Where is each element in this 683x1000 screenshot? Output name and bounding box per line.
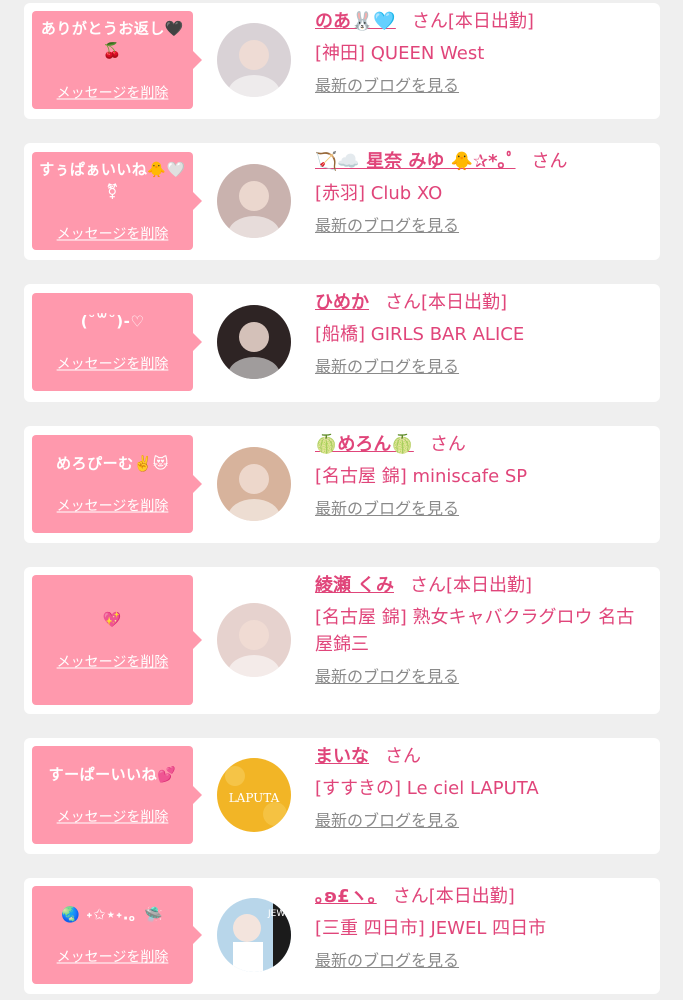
shop-name: [名古屋 錦] miniscafe SP	[315, 466, 528, 487]
honorific: さん	[385, 292, 421, 313]
avatar-image	[217, 305, 291, 379]
cast-info: 🍈めろん🍈 さん [名古屋 錦] miniscafe SP 最新のブログを見る	[315, 432, 645, 519]
honorific: さん	[429, 434, 466, 455]
message-bubble: すーぱーいいね💕 メッセージを削除	[32, 746, 202, 844]
message-bubble-content: すぅぱぁいいね🐥🤍⚧ メッセージを削除	[32, 159, 193, 244]
delete-message-button[interactable]: メッセージを削除	[57, 356, 169, 374]
latest-blog-link[interactable]: 最新のブログを見る	[315, 216, 459, 236]
message-text: 💖	[102, 610, 123, 629]
avatar-image	[217, 603, 291, 677]
latest-blog-link[interactable]: 最新のブログを見る	[315, 811, 459, 831]
message-bubble-content: (˘꒳˘)-♡ メッセージを削除	[32, 311, 193, 374]
cast-info: ｡ʚ£ヽ｡ さん[本日出勤] [三重 四日市] JEWEL 四日市 最新のブログを見る	[315, 884, 645, 971]
cast-name-link[interactable]: 🍈めろん🍈	[315, 434, 414, 455]
cast-info: ひめか さん[本日出勤] [船橋] GIRLS BAR ALICE 最新のブログを見る	[315, 290, 645, 377]
message-bubble-content: 🌏 ˖✩⋆˖.。🛸 メッセージを削除	[32, 904, 193, 967]
avatar[interactable]	[217, 305, 291, 379]
cast-name-link[interactable]: 綾瀬 くみ	[315, 575, 394, 596]
avatar-logo-text: JEWEL	[267, 909, 291, 919]
avatar[interactable]	[217, 447, 291, 521]
message-card: めろぴーむ✌️😻 メッセージを削除 🍈めろん🍈 さん [名古屋 錦] miniscafe…	[24, 426, 660, 543]
avatar-image: LAPUTA	[217, 758, 291, 832]
cast-info: 綾瀬 くみ さん[本日出勤] [名古屋 錦] 熟女キャバクラグロウ 名古屋錦三最新の…	[315, 573, 645, 687]
message-bubble: 🌏 ˖✩⋆˖.。🛸 メッセージを削除	[32, 886, 202, 984]
message-card: すぅぱぁいいね🐥🤍⚧ メッセージを削除 🏹☁️ 星奈 みゆ 🐥✰*｡ﾟ さん [赤羽] …	[24, 143, 660, 260]
avatar[interactable]	[217, 164, 291, 238]
message-text: 🌏 ˖✩⋆˖.。🛸	[61, 905, 164, 924]
avatar[interactable]: LAPUTA	[217, 758, 291, 832]
attendance-status: [本日出勤]	[421, 292, 508, 313]
delete-message-button[interactable]: メッセージを削除	[57, 498, 169, 516]
cast-info: 🏹☁️ 星奈 みゆ 🐥✰*｡ﾟ さん [赤羽] Club XO 最新のブログを見る	[315, 149, 645, 236]
honorific: さん	[411, 11, 448, 32]
cast-info: のあ🐰🩵 さん[本日出勤] [神田] QUEEN West 最新のブログを見る	[315, 9, 645, 96]
avatar-image	[217, 23, 291, 97]
avatar-image: JEWEL	[217, 898, 291, 972]
name-line: のあ🐰🩵 さん[本日出勤]	[315, 9, 645, 35]
cast-name-link[interactable]: のあ🐰🩵	[315, 11, 396, 32]
shop-name: [すすきの] Le ciel LAPUTA	[315, 778, 539, 799]
message-text: すぅぱぁいいね🐥🤍⚧	[39, 160, 186, 201]
shop-name: [三重 四日市] JEWEL 四日市	[315, 918, 547, 939]
message-card: (˘꒳˘)-♡ メッセージを削除 ひめか さん[本日出勤] [船橋] GIRLS BAR…	[24, 284, 660, 402]
honorific: さん	[392, 886, 429, 907]
latest-blog-link[interactable]: 最新のブログを見る	[315, 499, 459, 519]
name-line: 綾瀬 くみ さん[本日出勤]	[315, 573, 645, 599]
message-text: (˘꒳˘)-♡	[80, 312, 145, 331]
name-line: まいな さん	[315, 744, 645, 770]
cast-name-link[interactable]: ｡ʚ£ヽ｡	[315, 886, 377, 907]
avatar[interactable]: JEWEL	[217, 898, 291, 972]
name-line: ひめか さん[本日出勤]	[315, 290, 645, 316]
message-bubble: 💖 メッセージを削除	[32, 575, 202, 705]
message-card: すーぱーいいね💕 メッセージを削除 LAPUTA まいな さん [すすきの] Le cie…	[24, 738, 660, 854]
avatar[interactable]	[217, 603, 291, 677]
message-bubble: めろぴーむ✌️😻 メッセージを削除	[32, 435, 202, 533]
attendance-status: [本日出勤]	[447, 11, 534, 32]
latest-blog-link[interactable]: 最新のブログを見る	[315, 357, 459, 377]
cast-name-link[interactable]: ひめか	[315, 292, 369, 313]
cast-name-link[interactable]: 🏹☁️ 星奈 みゆ 🐥✰*｡ﾟ	[315, 151, 516, 172]
message-bubble-content: 💖 メッセージを削除	[32, 609, 193, 672]
message-card: 💖 メッセージを削除 綾瀬 くみ さん[本日出勤] [名古屋 錦] 熟女キャバクラグロウ…	[24, 567, 660, 714]
name-line: 🍈めろん🍈 さん	[315, 432, 645, 458]
shop-name: [名古屋 錦] 熟女キャバクラグロウ 名古屋錦三	[315, 607, 635, 655]
message-card: 🌏 ˖✩⋆˖.。🛸 メッセージを削除 JEWEL ｡ʚ£ヽ｡ さん[本日出勤] [三重 四…	[24, 878, 660, 994]
shop-name: [船橋] GIRLS BAR ALICE	[315, 324, 525, 345]
delete-message-button[interactable]: メッセージを削除	[57, 809, 169, 827]
delete-message-button[interactable]: メッセージを削除	[57, 654, 169, 672]
name-line: ｡ʚ£ヽ｡ さん[本日出勤]	[315, 884, 645, 910]
shop-name: [赤羽] Club XO	[315, 183, 443, 204]
avatar-image	[217, 447, 291, 521]
name-line: 🏹☁️ 星奈 みゆ 🐥✰*｡ﾟ さん	[315, 149, 645, 175]
attendance-status: [本日出勤]	[446, 575, 533, 596]
latest-blog-link[interactable]: 最新のブログを見る	[315, 76, 459, 96]
message-bubble: ありがとうお返し🖤🍒 メッセージを削除	[32, 11, 202, 109]
message-text: めろぴーむ✌️😻	[56, 454, 169, 473]
latest-blog-link[interactable]: 最新のブログを見る	[315, 951, 459, 971]
honorific: さん	[531, 151, 568, 172]
message-bubble-content: すーぱーいいね💕 メッセージを削除	[32, 764, 193, 827]
latest-blog-link[interactable]: 最新のブログを見る	[315, 667, 459, 687]
delete-message-button[interactable]: メッセージを削除	[57, 949, 169, 967]
message-text: すーぱーいいね💕	[48, 765, 177, 784]
attendance-status: [本日出勤]	[428, 886, 515, 907]
avatar-logo-text: LAPUTA	[229, 791, 280, 805]
delete-message-button[interactable]: メッセージを削除	[57, 226, 169, 244]
honorific: さん	[385, 746, 421, 767]
message-bubble-content: めろぴーむ✌️😻 メッセージを削除	[32, 453, 193, 516]
message-card: ありがとうお返し🖤🍒 メッセージを削除 のあ🐰🩵 さん[本日出勤] [神田] QUEEN…	[24, 3, 660, 119]
message-bubble: (˘꒳˘)-♡ メッセージを削除	[32, 293, 202, 391]
cast-name-link[interactable]: まいな	[315, 746, 369, 767]
avatar[interactable]	[217, 23, 291, 97]
message-text: ありがとうお返し🖤🍒	[40, 19, 185, 60]
delete-message-button[interactable]: メッセージを削除	[57, 85, 169, 103]
shop-name: [神田] QUEEN West	[315, 43, 485, 64]
cast-info: まいな さん [すすきの] Le ciel LAPUTA 最新のブログを見る	[315, 744, 645, 831]
avatar-image	[217, 164, 291, 238]
message-bubble: すぅぱぁいいね🐥🤍⚧ メッセージを削除	[32, 152, 202, 250]
message-bubble-content: ありがとうお返し🖤🍒 メッセージを削除	[32, 18, 193, 103]
honorific: さん	[410, 575, 446, 596]
